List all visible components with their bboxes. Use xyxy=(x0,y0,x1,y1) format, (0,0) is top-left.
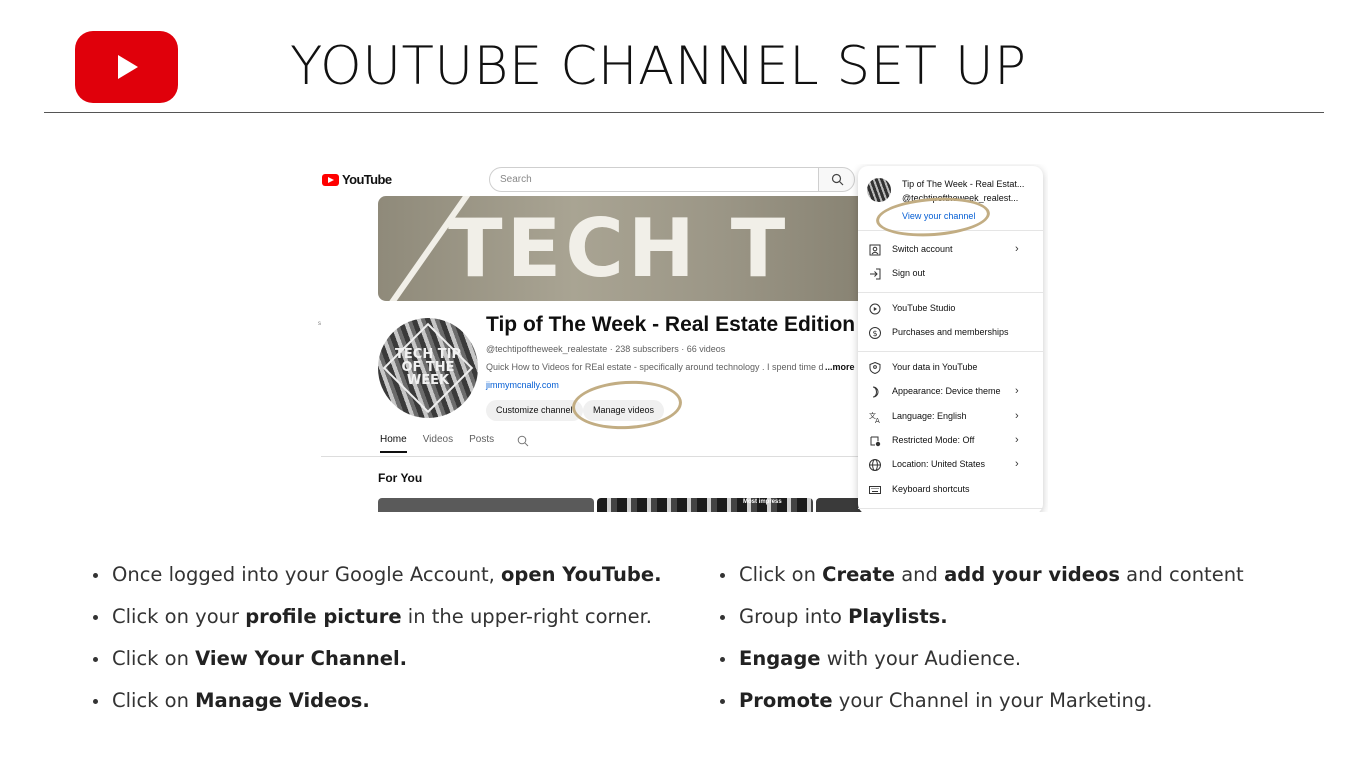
list-item: Once logged into your Google Account, op… xyxy=(92,561,662,603)
text-segment: Group into xyxy=(739,605,849,628)
menu-item-purchases[interactable]: $ Purchases and memberships xyxy=(858,323,1043,343)
list-item: Click on View Your Channel. xyxy=(92,645,662,687)
tab-posts[interactable]: Posts xyxy=(469,434,494,453)
translate-icon: 文A xyxy=(869,411,880,424)
globe-icon xyxy=(869,459,881,471)
text-segment: Click on xyxy=(112,689,196,712)
bold-text: Promote xyxy=(739,689,833,712)
tabs-divider xyxy=(321,456,858,457)
list-item: Click on your profile picture in the upp… xyxy=(92,603,662,645)
list-item: Promote your Channel in your Marketing. xyxy=(719,687,1244,729)
search-icon xyxy=(831,173,844,186)
customize-channel-button[interactable]: Customize channel xyxy=(486,400,583,421)
tab-videos[interactable]: Videos xyxy=(423,434,453,453)
list-item: Engage with your Audience. xyxy=(719,645,1244,687)
steps-right-list: Click on Create and add your videos and … xyxy=(719,561,1244,729)
chevron-right-icon: › xyxy=(1015,434,1019,446)
text-segment: your Channel in your Marketing. xyxy=(832,689,1153,712)
text-segment: Click on your xyxy=(112,605,246,628)
text-segment: Click on xyxy=(739,563,823,586)
title-divider xyxy=(44,112,1324,113)
slide-title: YOUTUBE CHANNEL SET UP xyxy=(290,36,1027,97)
tab-search-icon[interactable] xyxy=(517,435,529,447)
menu-divider xyxy=(858,351,1043,352)
account-name: Tip of The Week - Real Estat... xyxy=(902,179,1025,189)
list-item: Click on Manage Videos. xyxy=(92,687,662,729)
switch-account-icon xyxy=(869,244,881,256)
search-input[interactable]: Search xyxy=(489,167,819,192)
sign-out-icon xyxy=(870,268,881,280)
dollar-icon: $ xyxy=(869,327,881,339)
banner-text: TECH T xyxy=(448,202,790,295)
svg-text:A: A xyxy=(875,417,880,424)
menu-item-switch-account[interactable]: Switch account › xyxy=(858,240,1043,260)
text-segment: Click on xyxy=(112,647,196,670)
menu-divider xyxy=(858,292,1043,293)
bold-text: open YouTube. xyxy=(501,563,662,586)
menu-item-keyboard-shortcuts[interactable]: Keyboard shortcuts xyxy=(858,480,1043,500)
bold-text: Engage xyxy=(739,647,821,670)
keyboard-icon xyxy=(869,486,881,494)
text-segment: and xyxy=(895,563,945,586)
svg-text:$: $ xyxy=(872,329,877,338)
youtube-wordmark: YouTube xyxy=(342,172,392,187)
thumbnail-caption: Most impress xyxy=(743,499,782,505)
channel-avatar[interactable]: TECH TIP OF THE WEEK xyxy=(378,318,478,418)
menu-item-appearance[interactable]: Appearance: Device theme › xyxy=(858,382,1043,402)
channel-tabs: Home Videos Posts xyxy=(380,434,494,453)
chevron-right-icon: › xyxy=(1015,385,1019,397)
chevron-right-icon: › xyxy=(1015,458,1019,470)
video-thumbnail[interactable] xyxy=(378,498,594,512)
text-segment: Once logged into your Google Account, xyxy=(112,563,501,586)
bold-text: Create xyxy=(822,563,896,586)
menu-item-restricted-mode[interactable]: Restricted Mode: Off › xyxy=(858,431,1043,451)
highlight-manage-videos xyxy=(570,378,684,432)
section-title: For You xyxy=(378,471,423,485)
channel-description[interactable]: Quick How to Videos for REal estate - sp… xyxy=(486,362,851,372)
chevron-right-icon: › xyxy=(1015,243,1019,255)
steps-left-list: Once logged into your Google Account, op… xyxy=(92,561,662,729)
tab-home[interactable]: Home xyxy=(380,434,407,453)
youtube-brand-logo[interactable]: YouTube xyxy=(322,172,392,187)
bold-text: profile picture xyxy=(245,605,402,628)
youtube-play-icon xyxy=(322,173,339,186)
bold-text: Playlists. xyxy=(848,605,948,628)
moon-icon xyxy=(872,386,879,398)
menu-item-location[interactable]: Location: United States › xyxy=(858,455,1043,475)
more-link[interactable]: ...more xyxy=(823,362,855,372)
text-segment: with your Audience. xyxy=(820,647,1022,670)
menu-item-your-data[interactable]: Your data in YouTube xyxy=(858,358,1043,378)
bold-text: add your videos xyxy=(944,563,1120,586)
youtube-screenshot: s YouTube Search TECH T TECH TIP OF THE … xyxy=(318,164,1048,512)
menu-item-language[interactable]: 文A Language: English › xyxy=(858,407,1043,427)
channel-meta: @techtipoftheweek_realestate · 238 subsc… xyxy=(486,344,726,354)
search-button[interactable] xyxy=(818,167,855,192)
channel-website-link[interactable]: jimmymcnally.com xyxy=(486,380,559,390)
avatar-text: TECH TIP OF THE WEEK xyxy=(395,347,461,388)
text-segment: and content xyxy=(1119,563,1244,586)
chevron-right-icon: › xyxy=(1015,410,1019,422)
menu-divider xyxy=(858,508,1043,509)
list-item: Group into Playlists. xyxy=(719,603,1244,645)
menu-item-sign-out[interactable]: Sign out xyxy=(858,264,1043,284)
youtube-logo-icon xyxy=(75,31,178,103)
bold-text: Manage Videos. xyxy=(195,689,370,712)
bold-text: View Your Channel. xyxy=(195,647,408,670)
studio-icon xyxy=(869,303,881,315)
menu-item-youtube-studio[interactable]: YouTube Studio xyxy=(858,299,1043,319)
channel-banner: TECH T xyxy=(378,196,868,301)
list-item: Click on Create and add your videos and … xyxy=(719,561,1244,603)
text-segment: in the upper-right corner. xyxy=(401,605,652,628)
stray-mark: s xyxy=(318,321,321,327)
restricted-icon xyxy=(870,436,881,447)
channel-name: Tip of The Week - Real Estate Edition xyxy=(486,313,856,336)
account-avatar xyxy=(867,178,891,202)
shield-icon xyxy=(869,361,881,375)
